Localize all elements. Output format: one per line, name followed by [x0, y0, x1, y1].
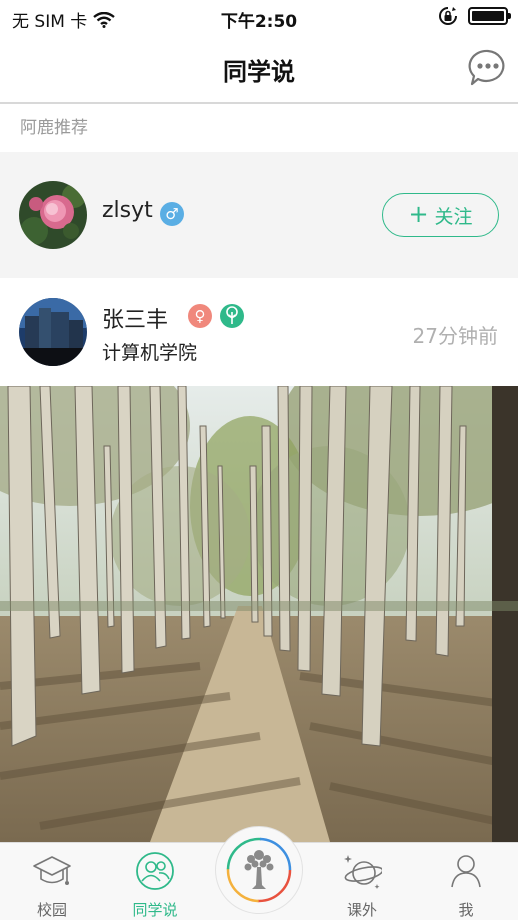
- avatar[interactable]: [19, 181, 87, 249]
- battery-fill: [472, 11, 504, 21]
- tab-label: 课外: [346, 901, 377, 919]
- female-icon: ♀: [188, 304, 212, 328]
- rotation-lock-icon: [439, 7, 457, 25]
- follow-button[interactable]: + 关注: [382, 193, 499, 237]
- male-icon: ♂: [160, 202, 184, 226]
- tree-badge-icon: [220, 304, 244, 328]
- center-publish-button[interactable]: [215, 826, 303, 914]
- tree-logo-icon: [226, 837, 292, 903]
- post-photo[interactable]: [0, 386, 518, 842]
- status-bar: 无 SIM 卡 下午2:50: [0, 0, 518, 34]
- post-header[interactable]: 张三丰 ♀ 计算机学院 27分钟前: [0, 278, 518, 386]
- section-label-recommend: 阿鹿推荐: [20, 118, 88, 138]
- people-icon: [136, 852, 174, 890]
- post-time: 27分钟前: [412, 324, 498, 348]
- user-name[interactable]: zlsyt: [102, 198, 153, 223]
- follow-label: 关注: [434, 205, 473, 228]
- author-college: 计算机学院: [102, 342, 198, 364]
- nav-bar: 同学说: [0, 34, 518, 104]
- plus-icon: +: [408, 199, 429, 228]
- wifi-icon: [93, 11, 116, 28]
- chat-bubble-icon[interactable]: [468, 48, 508, 88]
- building-avatar-image: [19, 298, 87, 366]
- tab-extracurricular[interactable]: 课外: [317, 843, 407, 920]
- page-title: 同学说: [223, 58, 295, 86]
- battery-icon: [468, 7, 511, 25]
- author-name[interactable]: 张三丰: [102, 302, 168, 334]
- forest-path-image: [0, 386, 518, 842]
- carrier-info: 无 SIM 卡: [12, 7, 116, 32]
- tab-me[interactable]: 我: [421, 843, 511, 920]
- tab-label: 我: [458, 901, 474, 919]
- avatar[interactable]: [19, 298, 87, 366]
- person-icon: [451, 855, 481, 888]
- planet-icon: [344, 855, 382, 889]
- recommend-card[interactable]: zlsyt ♂ + 关注: [0, 152, 518, 278]
- tab-classmates[interactable]: 同学说: [110, 843, 200, 920]
- carrier-label: 无 SIM 卡: [12, 12, 88, 32]
- graduation-cap-icon: [33, 856, 71, 885]
- tab-label: 校园: [36, 901, 67, 919]
- rose-avatar-image: [19, 181, 87, 249]
- tab-campus[interactable]: 校园: [7, 843, 97, 920]
- tab-label: 同学说: [132, 901, 178, 919]
